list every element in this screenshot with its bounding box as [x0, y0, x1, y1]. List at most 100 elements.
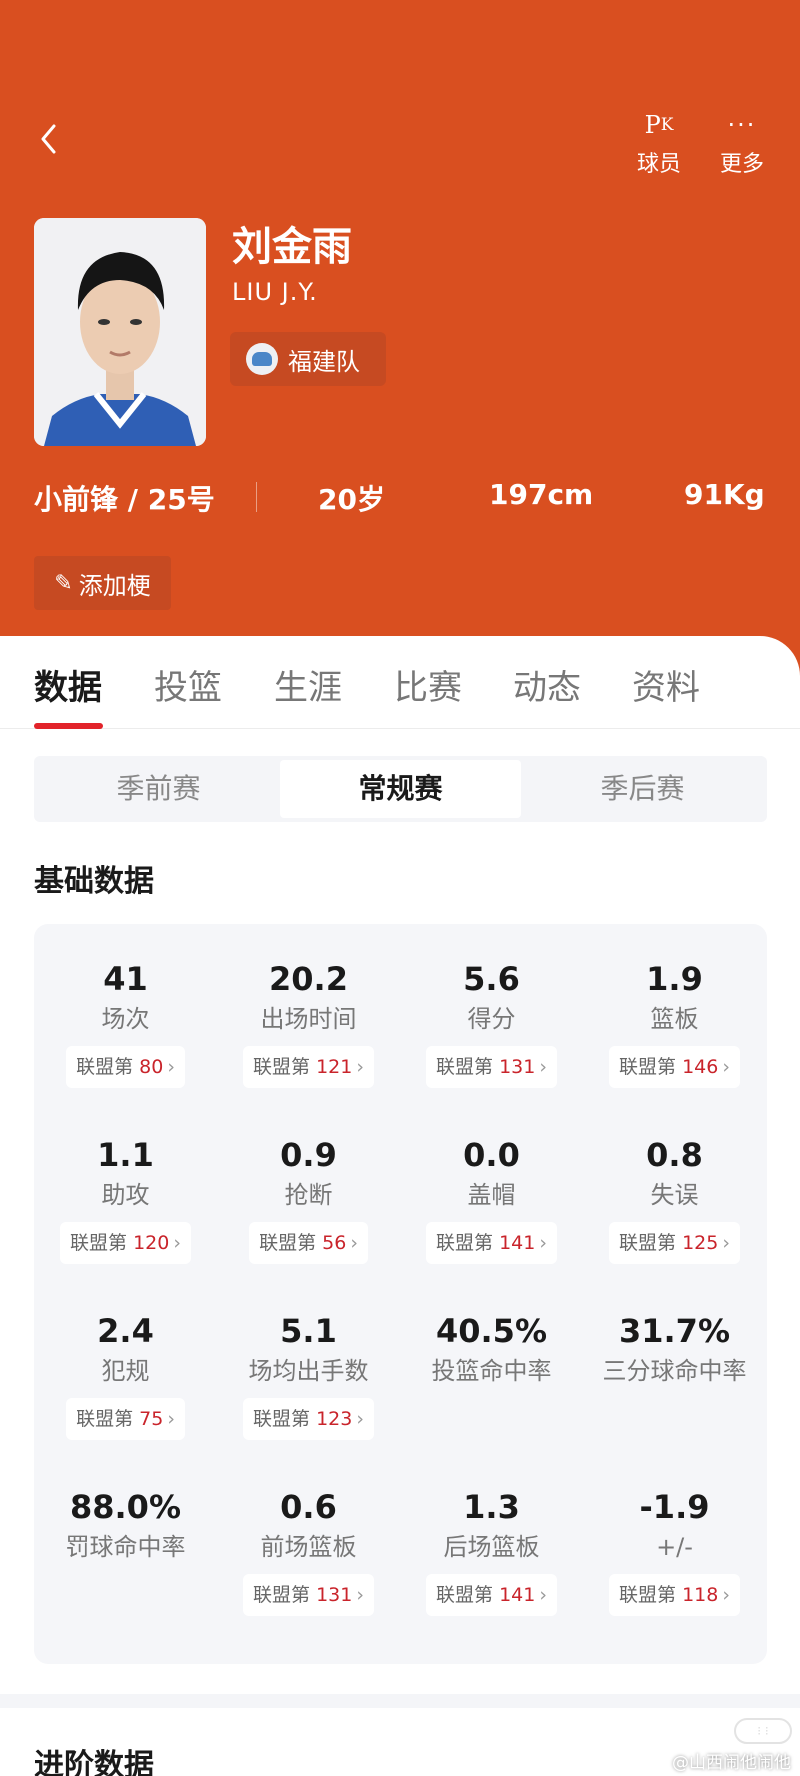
stat-label: 后场篮板: [443, 1533, 540, 1561]
tab-bar: 数据 投篮 生涯 比赛 动态 资料: [0, 636, 800, 729]
player-photo: [34, 218, 206, 446]
rank-prefix: 联盟第: [436, 1232, 494, 1254]
tab-career[interactable]: 生涯: [274, 660, 342, 709]
rank-number: 141: [499, 1584, 536, 1606]
player-name: 刘金雨: [232, 224, 352, 270]
player-age: 20岁: [318, 483, 385, 516]
league-rank-button[interactable]: 联盟第 131 ›: [426, 1046, 557, 1088]
league-rank-button[interactable]: 联盟第 121 ›: [243, 1046, 374, 1088]
rank-number: 120: [133, 1232, 170, 1254]
stat-label: 得分: [467, 1005, 516, 1033]
league-rank-button[interactable]: 联盟第 131 ›: [243, 1574, 374, 1616]
league-rank-button[interactable]: 联盟第 141 ›: [426, 1222, 557, 1264]
stat-value: 0.6: [280, 1488, 337, 1526]
add-tag-button[interactable]: ✎ 添加梗: [34, 556, 171, 610]
stat-value: 5.6: [463, 960, 520, 998]
more-label: 更多: [719, 152, 764, 177]
pk-button[interactable]: PK 球员: [625, 108, 693, 178]
player-english-name: LIU J.Y.: [232, 278, 318, 306]
rank-prefix: 联盟第: [259, 1232, 317, 1254]
rank-prefix: 联盟第: [619, 1584, 677, 1606]
player-height: 197cm: [489, 478, 594, 511]
stat-value: 2.4: [97, 1312, 154, 1350]
segment-regular-season[interactable]: 常规赛: [280, 760, 521, 818]
chevron-right-icon: ›: [356, 1056, 364, 1078]
stat-cell: 88.0% 罚球命中率: [34, 1486, 217, 1564]
stat-cell: 1.9 篮板 联盟第 146 ›: [583, 958, 766, 1088]
stat-value: 5.1: [280, 1312, 337, 1350]
team-badge[interactable]: 福建队: [230, 332, 386, 386]
stat-label: 盖帽: [467, 1181, 516, 1209]
tab-profile[interactable]: 资料: [632, 660, 700, 709]
rank-number: 56: [322, 1232, 347, 1254]
stat-cell: 40.5% 投篮命中率: [400, 1310, 583, 1388]
league-rank-button[interactable]: 联盟第 118 ›: [609, 1574, 740, 1616]
stat-value: 41: [103, 960, 148, 998]
league-rank-button[interactable]: 联盟第 141 ›: [426, 1574, 557, 1616]
stat-cell: -1.9 +/- 联盟第 118 ›: [583, 1486, 766, 1616]
rank-prefix: 联盟第: [76, 1408, 134, 1430]
tab-data[interactable]: 数据: [34, 660, 102, 709]
tab-games[interactable]: 比赛: [394, 660, 462, 709]
watermark-text: @山西闹他闹他: [672, 1753, 791, 1773]
chevron-right-icon: ›: [167, 1056, 175, 1078]
rank-number: 131: [499, 1056, 536, 1078]
stat-value: 0.8: [646, 1136, 703, 1174]
rank-number: 121: [316, 1056, 353, 1078]
rank-prefix: 联盟第: [619, 1232, 677, 1254]
tab-news[interactable]: 动态: [513, 660, 581, 709]
league-rank-button[interactable]: 联盟第 80 ›: [66, 1046, 185, 1088]
stat-value: 0.0: [463, 1136, 520, 1174]
stat-label: 犯规: [101, 1357, 150, 1385]
league-rank-button[interactable]: 联盟第 125 ›: [609, 1222, 740, 1264]
stat-cell: 0.9 抢断 联盟第 56 ›: [217, 1134, 400, 1264]
stat-label: 场次: [101, 1005, 150, 1033]
stat-cell: 2.4 犯规联盟第 75 ›: [34, 1310, 217, 1440]
stat-value: 20.2: [269, 960, 348, 998]
rank-number: 125: [682, 1232, 719, 1254]
team-logo-icon: [246, 343, 278, 375]
section-divider: [0, 1694, 800, 1708]
team-name: 福建队: [288, 347, 360, 376]
content-panel: 数据 投篮 生涯 比赛 动态 资料 季前赛 常规赛 季后赛 基础数据 41 场次联…: [0, 636, 800, 1776]
league-rank-button[interactable]: 联盟第 56 ›: [249, 1222, 368, 1264]
rank-number: 131: [316, 1584, 353, 1606]
stat-cell: 41 场次联盟第 80 ›: [34, 958, 217, 1088]
stat-cell: 0.0 盖帽联盟第 141 ›: [400, 1134, 583, 1264]
chevron-right-icon: ›: [539, 1584, 547, 1606]
more-dots-icon: ···: [727, 111, 757, 139]
chevron-right-icon: ›: [350, 1232, 358, 1254]
rank-number: 146: [682, 1056, 719, 1078]
chevron-right-icon: ›: [722, 1056, 730, 1078]
chevron-left-icon: [41, 124, 56, 154]
rank-number: 80: [139, 1056, 164, 1078]
player-weight: 91Kg: [684, 478, 765, 511]
tab-shooting[interactable]: 投篮: [154, 660, 222, 709]
segment-preseason[interactable]: 季前赛: [38, 760, 279, 818]
stat-cell: 5.6 得分联盟第 131 ›: [400, 958, 583, 1088]
pencil-icon: ✎: [54, 570, 73, 596]
stat-label: 抢断: [284, 1181, 333, 1209]
stat-label: +/-: [656, 1533, 693, 1561]
basic-stats-card: 41 场次 联盟第 80 › 20.2 出场时间 联盟第 121 › 5.6 得分 联盟第 131 ›…: [34, 924, 767, 1664]
rank-prefix: 联盟第: [253, 1584, 311, 1606]
stat-label: 失误: [650, 1181, 699, 1209]
pk-icon: PK: [644, 111, 674, 139]
league-rank-button[interactable]: 联盟第 75 ›: [66, 1398, 185, 1440]
more-button[interactable]: ··· 更多: [708, 108, 776, 178]
rank-prefix: 联盟第: [436, 1584, 494, 1606]
stat-value: -1.9: [639, 1488, 710, 1526]
stat-label: 前场篮板: [260, 1533, 357, 1561]
stat-value: 1.9: [646, 960, 703, 998]
league-rank-button[interactable]: 联盟第 120 ›: [60, 1222, 191, 1264]
back-button[interactable]: [36, 122, 62, 156]
segment-playoffs[interactable]: 季后赛: [522, 760, 763, 818]
league-rank-button[interactable]: 联盟第 146 ›: [609, 1046, 740, 1088]
player-header: PK 球员 ··· 更多 刘金雨 LIU J.Y. 福建队 小前锋 / 25号 …: [0, 0, 800, 700]
rank-prefix: 联盟第: [253, 1056, 311, 1078]
chevron-right-icon: ›: [539, 1232, 547, 1254]
league-rank-button[interactable]: 联盟第 123 ›: [243, 1398, 374, 1440]
stat-cell: 0.6 前场篮板联盟第 131 ›: [217, 1486, 400, 1616]
basic-stats-title: 基础数据: [34, 864, 154, 899]
chevron-right-icon: ›: [722, 1584, 730, 1606]
